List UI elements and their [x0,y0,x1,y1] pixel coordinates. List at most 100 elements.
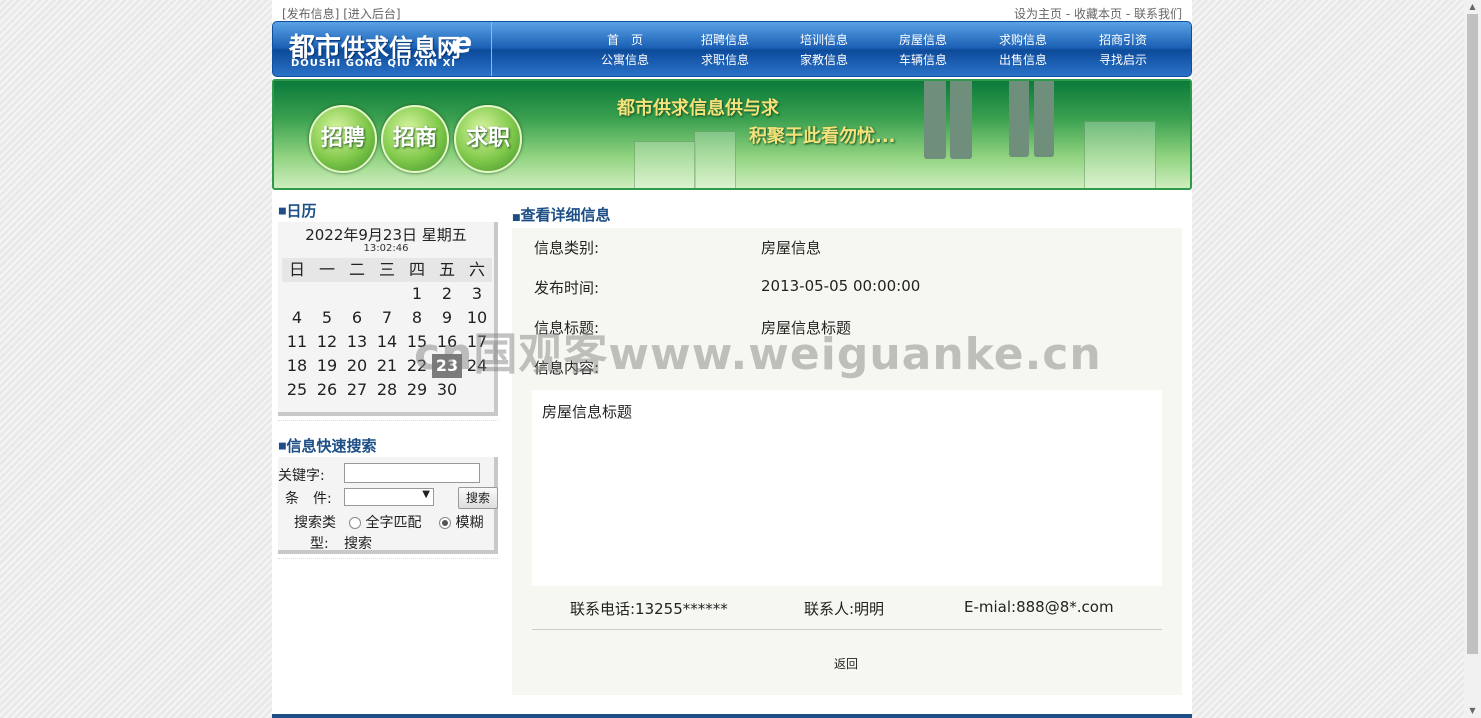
calendar-weekday-row: 日一二三四五六 [282,258,494,282]
banner-job-seek-button[interactable]: 求职 [454,105,522,173]
admin-link[interactable]: [进入后台] [343,7,400,21]
divider [532,629,1162,630]
logo-e-mark: e [453,26,472,59]
nav-lost-found[interactable]: 寻找启示 [1093,51,1153,68]
scrollbar-thumb[interactable] [1467,14,1478,654]
nav-apartment[interactable]: 公寓信息 [595,51,655,68]
divider [278,416,498,421]
calendar-day[interactable]: 6 [342,306,372,330]
nav-training[interactable]: 培训信息 [794,31,854,48]
calendar-day[interactable]: 13 [342,330,372,354]
radio-fuzzy[interactable] [439,517,451,529]
divider [278,554,498,559]
calendar-day [372,282,402,306]
scroll-up-icon[interactable]: ▲ [1464,0,1481,14]
watermark-text: cn国观客www.weiguanke.cn [414,329,1102,380]
calendar-day[interactable]: 18 [282,354,312,378]
radio-exact[interactable] [349,517,361,529]
category-value: 房屋信息 [761,239,822,257]
content-area: 房屋信息标题 [532,390,1162,586]
calendar-day [282,282,312,306]
calendar-weekday: 三 [372,258,402,282]
contact-person: 联系人:明明 [804,600,885,618]
nav-vehicles[interactable]: 车辆信息 [893,51,953,68]
calendar-day [312,282,342,306]
separator: - [1122,7,1134,21]
fuzzy-search-option-cont: 搜索 [344,536,372,552]
calendar-day[interactable]: 28 [372,378,402,402]
calendar-day[interactable]: 27 [342,378,372,402]
fuzzy-search-option[interactable]: 模糊 [439,512,483,532]
nav-sales[interactable]: 出售信息 [993,51,1053,68]
exact-match-option[interactable]: 全字匹配 [349,512,421,532]
nav-purchase[interactable]: 求购信息 [993,31,1053,48]
search-type-label: 搜索类 [294,515,336,531]
calendar-day[interactable]: 3 [462,282,492,306]
search-type-label-cont: 型: [310,536,329,552]
hero-banner: 招聘 招商 求职 都市供求信息供与求 积聚于此看勿忧... [272,79,1192,190]
calendar-weekday: 二 [342,258,372,282]
calendar-date-line: 2022年9月23日 星期五 [305,226,467,244]
calendar-day[interactable]: 20 [342,354,372,378]
calendar-day [342,282,372,306]
quick-search-heading: ■信息快速搜索 [278,437,377,455]
building-illustration [634,141,696,188]
calendar-weekday: 四 [402,258,432,282]
calendar-day[interactable]: 1 [402,282,432,306]
scroll-down-icon[interactable]: ▼ [1464,704,1481,718]
category-label: 信息类别: [534,239,600,257]
footer-bar [272,714,1192,718]
site-header: 都市供求信息网 e DOUSHI GONG QIU XIN XI 首 页 招聘信… [272,21,1192,77]
building-illustration [1084,121,1156,188]
calendar-weekday: 五 [432,258,462,282]
person-illustration [950,81,972,159]
person-illustration [1009,81,1029,157]
banner-recruit-button[interactable]: 招聘 [309,105,377,173]
calendar-week-row: 123 [282,282,494,306]
keyword-label: 关键字: [278,468,325,484]
search-button[interactable]: 搜索 [458,487,498,509]
calendar-day[interactable]: 21 [372,354,402,378]
calendar-day[interactable]: 26 [312,378,342,402]
site-logo[interactable]: 都市供求信息网 e DOUSHI GONG QIU XIN XI [273,22,492,76]
calendar-day[interactable]: 12 [312,330,342,354]
calendar-day[interactable]: 7 [372,306,402,330]
bookmark-link[interactable]: 收藏本页 [1074,7,1122,21]
building-illustration [694,131,736,188]
nav-job-seeking[interactable]: 求职信息 [695,51,755,68]
detail-panel: ■查看详细信息 信息类别: 房屋信息 发布时间: 2013-05-05 00:0… [512,204,1182,695]
nav-investment[interactable]: 招商引资 [1093,31,1153,48]
nav-tutoring[interactable]: 家教信息 [794,51,854,68]
banner-slogan-line2: 积聚于此看勿忧... [749,126,896,147]
calendar-day[interactable]: 19 [312,354,342,378]
person-illustration [1034,81,1054,157]
contact-us-link[interactable]: 联系我们 [1134,7,1182,21]
page-scrollbar[interactable]: ▲ ▼ [1464,0,1481,718]
separator: - [1062,7,1074,21]
detail-heading: ■查看详细信息 [512,206,611,224]
banner-slogan-line1: 都市供求信息供与求 [617,98,779,119]
detail-box: 信息类别: 房屋信息 发布时间: 2013-05-05 00:00:00 信息标… [512,228,1182,695]
banner-investment-button[interactable]: 招商 [381,105,449,173]
content-text: 房屋信息标题 [542,403,633,421]
nav-recruitment[interactable]: 招聘信息 [695,31,755,48]
contact-phone: 联系电话:13255****** [570,600,728,618]
chevron-down-icon: ▼ [422,489,430,500]
keyword-input[interactable] [344,463,480,483]
top-links-bar: [发布信息] [进入后台] 设为主页 - 收藏本页 - 联系我们 [282,5,1182,21]
calendar-day[interactable]: 5 [312,306,342,330]
nav-housing[interactable]: 房屋信息 [893,31,953,48]
condition-select[interactable]: ▼ [344,488,434,506]
set-homepage-link[interactable]: 设为主页 [1014,7,1062,21]
quick-search-form: 关键字: 条 件: ▼ 搜索 搜索类 型: 全字匹配 模糊 搜索 [278,457,498,554]
back-link[interactable]: 返回 [834,655,858,672]
calendar-day[interactable]: 11 [282,330,312,354]
calendar-day[interactable]: 2 [432,282,462,306]
calendar-day[interactable]: 25 [282,378,312,402]
calendar-day[interactable]: 4 [282,306,312,330]
calendar-day[interactable]: 14 [372,330,402,354]
publish-time-label: 发布时间: [534,279,600,297]
publish-link[interactable]: [发布信息] [282,7,339,21]
calendar-weekday: 一 [312,258,342,282]
nav-home[interactable]: 首 页 [595,31,655,48]
